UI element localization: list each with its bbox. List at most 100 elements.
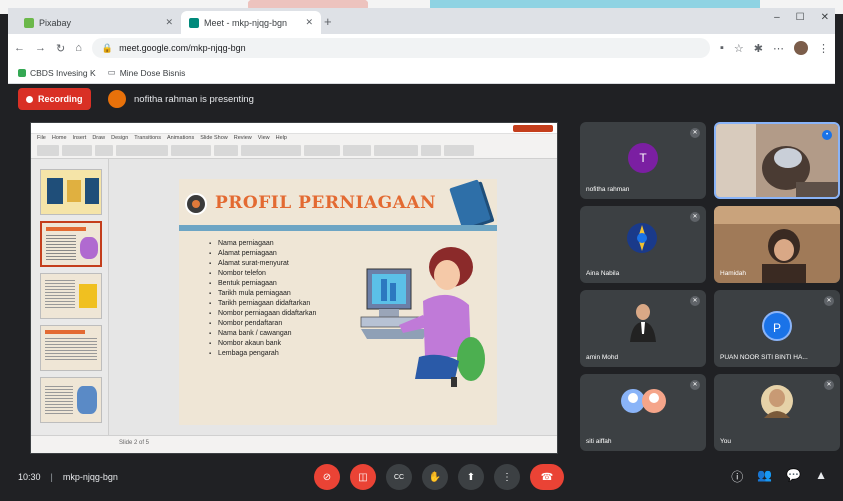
new-tab-button[interactable]: + xyxy=(324,14,332,29)
ppt-tab: Review xyxy=(233,135,252,141)
maximize-button[interactable]: ☐ xyxy=(796,12,805,23)
shared-screen: File Home Insert Draw Design Transitions… xyxy=(30,122,558,454)
camera-permission-icon[interactable]: ▪ xyxy=(720,42,724,54)
close-window-button[interactable]: ✕ xyxy=(821,12,829,23)
phone-hangup-icon: ☎ xyxy=(540,471,554,483)
reload-icon[interactable]: ↻ xyxy=(56,42,65,55)
participant-name: Hamidah xyxy=(720,270,747,277)
participant-tile[interactable]: ✕ You xyxy=(714,374,840,451)
participant-name: You xyxy=(720,438,731,445)
mic-off-icon: ✕ xyxy=(824,296,834,306)
list-item: Alamat perniagaan xyxy=(209,249,359,259)
list-item: Alamat surat-menyurat xyxy=(209,259,359,269)
browser-toolbar: ← → ↻ ⌂ 🔒 meet.google.com/mkp-njqg-bgn ▪… xyxy=(8,34,835,62)
chat-icon[interactable]: 💬 xyxy=(786,468,801,485)
more-vert-icon: ⋮ xyxy=(502,471,512,483)
participant-avatar: T xyxy=(628,142,658,173)
bookmark-star-icon[interactable]: ☆ xyxy=(734,42,744,55)
ppt-toolbar xyxy=(31,143,557,158)
window-controls: – ☐ ✕ xyxy=(774,12,829,23)
record-dot-icon xyxy=(26,95,33,103)
mic-off-icon: ✕ xyxy=(690,212,700,222)
bookmark-favicon-icon: ▭ xyxy=(107,67,116,77)
speaking-indicator-icon: • xyxy=(822,130,832,140)
back-icon[interactable]: ← xyxy=(14,42,25,54)
meeting-time: 10:30 xyxy=(18,472,41,482)
menu-icon[interactable]: ⋯ xyxy=(773,42,784,55)
more-options-button[interactable]: ⋮ xyxy=(494,464,520,490)
present-icon: ⬆ xyxy=(466,471,476,483)
tab-strip: Pixabay ✕ Meet - mkp-njqg-bgn ✕ + – ☐ ✕ xyxy=(8,8,835,34)
recording-indicator[interactable]: Recording xyxy=(18,88,91,110)
list-item: Bentuk perniagaan xyxy=(209,279,359,289)
participant-photo xyxy=(630,304,656,342)
activities-icon[interactable]: ▲ xyxy=(815,468,827,485)
address-bar[interactable]: 🔒 meet.google.com/mkp-njqg-bgn xyxy=(91,38,710,58)
ppt-ribbon: File Home Insert Draw Design Transitions… xyxy=(31,123,557,159)
meeting-info: 10:30 | mkp-njqg-bgn xyxy=(18,472,118,482)
minimize-button[interactable]: – xyxy=(774,12,780,23)
close-tab-icon[interactable]: ✕ xyxy=(305,17,313,28)
close-tab-icon[interactable]: ✕ xyxy=(165,17,173,28)
tab-meet[interactable]: Meet - mkp-njqg-bgn ✕ xyxy=(181,11,321,34)
tab-pixabay[interactable]: Pixabay ✕ xyxy=(16,11,181,34)
list-item: Tarikh perniagaan didaftarkan xyxy=(209,299,359,309)
slide-thumbnail xyxy=(40,325,102,371)
list-item: Nama perniagaan xyxy=(209,239,359,249)
list-item: Lembaga pengarah xyxy=(209,349,359,359)
mic-off-icon: ✕ xyxy=(690,128,700,138)
end-call-button[interactable]: ☎ xyxy=(530,464,564,490)
mic-off-icon: ⊘ xyxy=(322,471,332,483)
pixabay-favicon-icon xyxy=(24,17,34,28)
participant-tile[interactable]: Hamidah xyxy=(714,206,840,283)
list-item: Nombor pendaftaran xyxy=(209,319,359,329)
ppt-tab: File xyxy=(37,135,46,141)
list-item: Nama bank / cawangan xyxy=(209,329,359,339)
browser-window: Pixabay ✕ Meet - mkp-njqg-bgn ✕ + – ☐ ✕ … xyxy=(8,8,835,84)
forward-icon[interactable]: → xyxy=(35,42,46,54)
participant-tile[interactable]: ✕ amin Mohd xyxy=(580,290,706,367)
ppt-tab: Help xyxy=(275,135,287,141)
mic-off-icon: ✕ xyxy=(690,380,700,390)
slide-thumbnails xyxy=(31,159,109,437)
present-button[interactable]: ⬆ xyxy=(458,464,484,490)
bookmarks-bar: CBDS Invesing K ▭ Mine Dose Bisnis xyxy=(8,62,835,84)
mic-off-icon: ✕ xyxy=(690,296,700,306)
bookmark-item[interactable]: CBDS Invesing K xyxy=(18,68,96,78)
home-icon[interactable]: ⌂ xyxy=(75,42,82,54)
participant-tile[interactable]: ✕ siti aiffah xyxy=(580,374,706,451)
meeting-id: mkp-njqg-bgn xyxy=(62,472,118,482)
participant-tile[interactable]: P ✕ PUAN NOOR SITI BINTI HA... xyxy=(714,290,840,367)
people-icon[interactable]: 👥 xyxy=(757,468,772,485)
extension-icon[interactable]: ✱ xyxy=(754,42,763,55)
participant-tile[interactable]: ✕ Aina Nabila xyxy=(580,206,706,283)
participant-name: PUAN NOOR SITI BINTI HA... xyxy=(720,354,808,361)
camera-off-button[interactable]: ◫ xyxy=(350,464,376,490)
participant-name: Aina Nabila xyxy=(586,270,620,277)
participant-tile[interactable]: T ✕ nofitha rahman xyxy=(580,122,706,199)
hand-icon: ✋ xyxy=(428,471,442,483)
ppt-tab: Home xyxy=(51,135,67,141)
participant-photo xyxy=(621,389,666,413)
mic-off-button[interactable]: ⊘ xyxy=(314,464,340,490)
captions-button[interactable]: CC xyxy=(386,464,412,490)
raise-hand-button[interactable]: ✋ xyxy=(422,464,448,490)
participant-tile[interactable]: • xyxy=(714,122,840,199)
participant-avatar: P xyxy=(762,310,792,341)
call-controls: ⊘ ◫ CC ✋ ⬆ ⋮ ☎ xyxy=(314,464,564,490)
more-vert-icon[interactable]: ⋮ xyxy=(818,42,829,55)
ppt-tab: Design xyxy=(111,135,129,141)
ppt-title-bar xyxy=(31,123,557,134)
profile-avatar[interactable] xyxy=(794,41,808,55)
woman-at-computer-illustration xyxy=(360,247,485,387)
ppt-tab: Slide Show xyxy=(200,135,228,141)
bookmark-item[interactable]: ▭ Mine Dose Bisnis xyxy=(108,67,186,78)
side-panel-controls: ⓘ 👥 💬 ▲ xyxy=(731,468,827,485)
slide-thumbnail xyxy=(40,377,102,423)
slide: PROFIL PERNIAGAAN Nama perniagaan Alamat… xyxy=(179,179,497,425)
info-icon[interactable]: ⓘ xyxy=(731,468,743,485)
participant-name: amin Mohd xyxy=(586,354,619,361)
mic-off-icon: ✕ xyxy=(824,380,834,390)
lock-icon: 🔒 xyxy=(101,42,114,53)
captions-icon: CC xyxy=(393,473,405,481)
